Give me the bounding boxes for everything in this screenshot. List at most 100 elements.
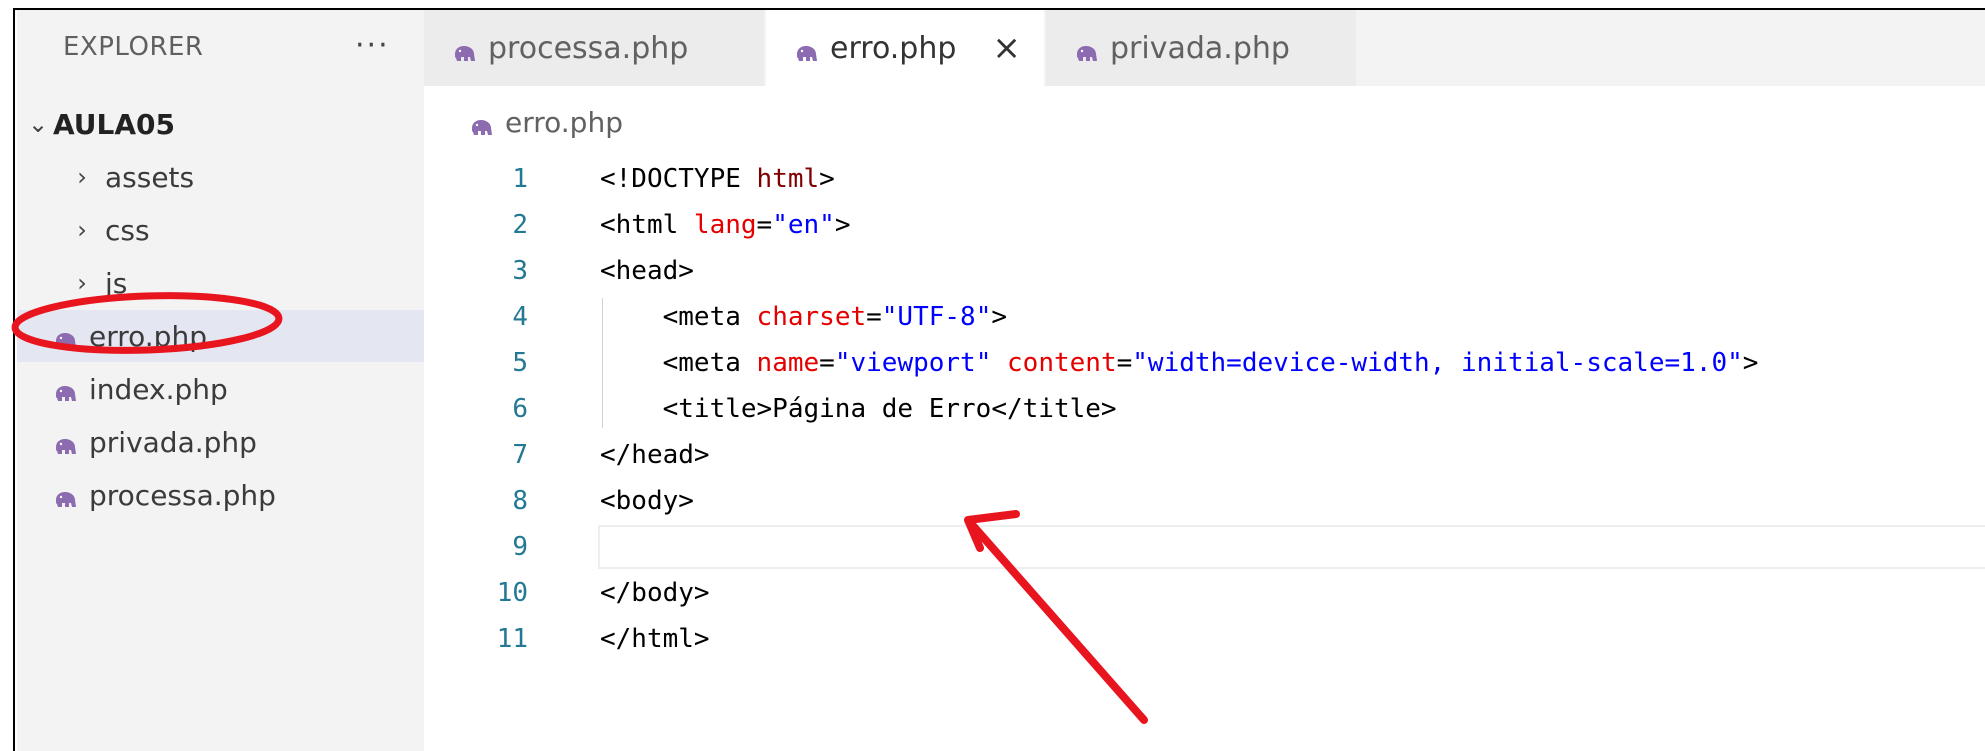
line-number: 6: [512, 394, 528, 424]
code-token: <body>: [600, 486, 694, 516]
line-code: <title>Página de Erro</title>: [600, 394, 1117, 424]
line-code: <body>: [600, 486, 694, 516]
line-code: </html>: [600, 624, 710, 654]
code-token: </head>: [600, 440, 710, 470]
breadcrumb[interactable]: erro.php: [469, 106, 623, 139]
line-number: 9: [512, 532, 528, 562]
code-token: =: [1116, 348, 1133, 378]
php-elephant-icon: [53, 431, 79, 454]
file-index-php[interactable]: index.php: [17, 363, 424, 415]
php-elephant-icon: [794, 37, 820, 61]
folder-css[interactable]: › css: [17, 204, 424, 256]
file-privada-php[interactable]: privada.php: [17, 416, 424, 468]
line-code: </head>: [600, 440, 710, 470]
line-code: <meta name="viewport" content="width=dev…: [600, 348, 1759, 378]
tab-privada-php[interactable]: privada.php: [1046, 10, 1356, 86]
php-elephant-icon: [53, 325, 79, 348]
tab-erro-php[interactable]: erro.php ×: [766, 10, 1044, 86]
code-token: <head>: [600, 256, 694, 286]
code-token: lang: [693, 210, 757, 240]
code-line[interactable]: 9: [424, 524, 1985, 570]
line-number: 7: [512, 440, 528, 470]
code-line[interactable]: 2 <html lang="en">: [424, 202, 1985, 248]
breadcrumb-file[interactable]: erro.php: [505, 106, 623, 139]
line-code: <head>: [600, 256, 694, 286]
code-token: <meta: [600, 302, 757, 332]
folder-assets[interactable]: › assets: [17, 151, 424, 203]
code-line[interactable]: 8 <body>: [424, 478, 1985, 524]
line-number: 2: [512, 210, 528, 240]
line-number: 3: [512, 256, 528, 286]
close-icon[interactable]: ×: [992, 28, 1021, 68]
tab-label: privada.php: [1110, 30, 1290, 66]
indent-guide: [602, 298, 603, 428]
folder-root-aula05[interactable]: ⌄ AULA05: [17, 98, 424, 150]
folder-label: AULA05: [53, 107, 176, 141]
line-number: 1: [512, 164, 528, 194]
tab-bar: processa.php erro.php × privada.php: [424, 10, 1985, 86]
code-token: >: [834, 210, 851, 240]
code-token: =: [866, 302, 882, 332]
code-token: <title>Página de Erro</title>: [600, 394, 1117, 424]
chevron-right-icon: ›: [77, 163, 87, 191]
folder-label: js: [105, 266, 128, 300]
code-line[interactable]: 4 <meta charset="UTF-8">: [424, 294, 1985, 340]
line-code: <!DOCTYPE html>: [600, 164, 835, 194]
php-elephant-icon: [53, 484, 79, 507]
line-number: 4: [512, 302, 528, 332]
line-number: 11: [496, 624, 528, 654]
php-elephant-icon: [452, 37, 478, 61]
chevron-right-icon: ›: [77, 216, 87, 244]
chevron-right-icon: ›: [77, 269, 87, 297]
file-label: erro.php: [89, 319, 207, 353]
folder-label: assets: [105, 160, 195, 194]
explorer-title: EXPLORER: [63, 32, 204, 62]
php-elephant-icon: [469, 112, 495, 135]
code-line[interactable]: 1 <!DOCTYPE html>: [424, 156, 1985, 202]
line-number: 8: [512, 486, 528, 516]
folder-js[interactable]: › js: [17, 257, 424, 309]
code-token: <!DOCTYPE: [600, 164, 757, 194]
code-token: >: [819, 164, 835, 194]
code-token: </body>: [600, 578, 710, 608]
code-token: <html: [600, 210, 694, 240]
line-number: 5: [512, 348, 528, 378]
php-elephant-icon: [1074, 37, 1100, 61]
code-line[interactable]: 6 <title>Página de Erro</title>: [424, 386, 1985, 432]
code-token: "en": [772, 210, 835, 240]
code-line[interactable]: 11 </html>: [424, 616, 1985, 662]
code-token: html: [756, 164, 820, 194]
file-processa-php[interactable]: processa.php: [17, 469, 424, 521]
chevron-down-icon: ⌄: [27, 110, 49, 138]
tab-label: processa.php: [488, 30, 689, 66]
code-token: "width=device-width, initial-scale=1.0": [1132, 348, 1743, 378]
line-code: <html lang="en">: [600, 210, 850, 240]
php-elephant-icon: [53, 378, 79, 401]
line-number: 10: [496, 578, 528, 608]
code-token: "viewport": [834, 348, 992, 378]
code-line[interactable]: 7 </head>: [424, 432, 1985, 478]
code-token: >: [1742, 348, 1759, 378]
folder-label: css: [105, 213, 150, 247]
vscode-window: EXPLORER ··· ⌄ AULA05 › assets › css › js erro.p…: [13, 8, 1985, 751]
code-token: =: [819, 348, 835, 378]
code-editor[interactable]: 1 <!DOCTYPE html> 2 <html lang="en"> 3 <head>…: [424, 86, 1985, 751]
code-line[interactable]: 10 </body>: [424, 570, 1985, 616]
code-token: </html>: [600, 624, 710, 654]
line-code: <meta charset="UTF-8">: [600, 302, 1007, 332]
tab-label: erro.php: [830, 30, 957, 66]
file-erro-php[interactable]: erro.php: [17, 310, 424, 362]
code-token: name: [756, 348, 820, 378]
more-actions-icon[interactable]: ···: [355, 28, 390, 63]
tab-processa-php[interactable]: processa.php: [424, 10, 764, 86]
file-label: privada.php: [89, 425, 257, 459]
line-code: </body>: [600, 578, 710, 608]
explorer-sidebar: EXPLORER ··· ⌄ AULA05 › assets › css › js erro.p…: [17, 10, 424, 751]
code-token: =: [756, 210, 773, 240]
code-token: content: [1007, 348, 1117, 378]
code-line[interactable]: 5 <meta name="viewport" content="width=d…: [424, 340, 1985, 386]
code-line[interactable]: 3 <head>: [424, 248, 1985, 294]
file-label: index.php: [89, 372, 228, 406]
code-token: <meta: [600, 348, 757, 378]
